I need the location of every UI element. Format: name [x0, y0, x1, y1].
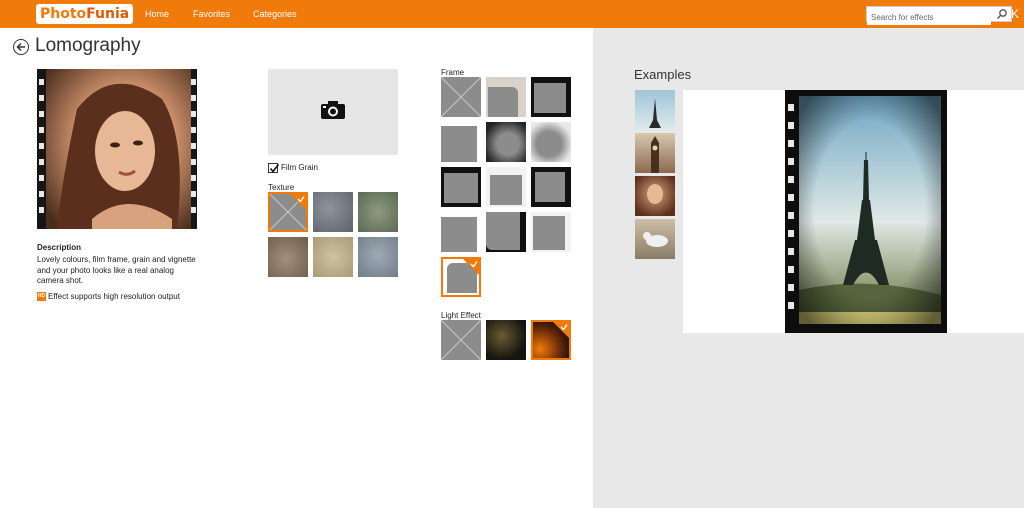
photo-upload-area[interactable]	[268, 69, 398, 155]
hd-support-text: Effect supports high resolution output	[48, 292, 180, 301]
texture-option-green-grunge[interactable]	[358, 192, 398, 232]
light-effect-label: Light Effect	[441, 311, 481, 320]
frame-option-3[interactable]	[531, 77, 571, 117]
search-input[interactable]	[867, 10, 991, 25]
close-icon[interactable]: K	[1011, 7, 1019, 21]
frame-option-7[interactable]	[441, 167, 481, 207]
top-bar: PhotoFunia Home Favorites Categories K	[0, 0, 1024, 28]
texture-option-brown-paper[interactable]	[268, 237, 308, 277]
nav-favorites[interactable]: Favorites	[193, 0, 230, 28]
light-effect-option-2[interactable]	[486, 320, 526, 360]
texture-option-beige-paper[interactable]	[313, 237, 353, 277]
frame-option-10[interactable]	[441, 212, 481, 252]
examples-title: Examples	[634, 67, 692, 82]
search-box[interactable]	[866, 6, 1012, 25]
hd-support-note: HD Effect supports high resolution output	[37, 292, 180, 302]
nav-categories[interactable]: Categories	[253, 0, 297, 28]
example-thumb-seagull[interactable]	[635, 219, 675, 259]
frame-option-8[interactable]	[486, 167, 526, 207]
frame-option-12[interactable]	[531, 212, 571, 252]
checkmark-icon	[463, 259, 479, 275]
frame-option-11[interactable]	[486, 212, 526, 252]
texture-option-blue-grunge[interactable]	[358, 237, 398, 277]
photofunia-logo[interactable]: PhotoFunia	[36, 4, 134, 24]
frame-label: Frame	[441, 68, 465, 77]
film-grain-option[interactable]: Film Grain	[268, 163, 318, 173]
frame-option-4[interactable]	[441, 122, 481, 162]
frame-option-9[interactable]	[531, 167, 571, 207]
frame-option-6[interactable]	[531, 122, 571, 162]
description-heading: Description	[37, 243, 82, 252]
back-arrow-icon[interactable]	[13, 39, 29, 55]
example-thumb-eiffel[interactable]	[635, 90, 675, 130]
texture-option-none[interactable]	[268, 192, 308, 232]
example-thumb-big-ben[interactable]	[635, 133, 675, 173]
frame-option-5[interactable]	[486, 122, 526, 162]
frame-option-none[interactable]	[441, 77, 481, 117]
page-title: Lomography	[35, 35, 141, 56]
example-large-photo	[785, 90, 947, 333]
texture-label: Texture	[268, 183, 295, 192]
nav-home[interactable]: Home	[145, 0, 169, 28]
logo-text-funia: Funia	[86, 6, 130, 22]
film-grain-label: Film Grain	[281, 163, 318, 173]
camera-icon	[321, 101, 345, 119]
checkmark-icon	[290, 194, 306, 210]
checkmark-icon	[553, 322, 569, 338]
texture-option-grey-stone[interactable]	[313, 192, 353, 232]
frame-option-13-selected[interactable]	[441, 257, 481, 297]
hd-badge-icon: HD	[37, 292, 46, 302]
search-icon[interactable]	[996, 8, 1008, 20]
film-grain-checkbox[interactable]	[268, 163, 280, 173]
effect-preview-image	[37, 69, 197, 229]
logo-text-photo: Photo	[40, 6, 87, 22]
frame-option-2[interactable]	[486, 77, 526, 117]
example-thumb-woman[interactable]	[635, 176, 675, 216]
light-effect-option-3-selected[interactable]	[531, 320, 571, 360]
description-text: Lovely colours, film frame, grain and vi…	[37, 255, 196, 285]
light-effect-option-none[interactable]	[441, 320, 481, 360]
